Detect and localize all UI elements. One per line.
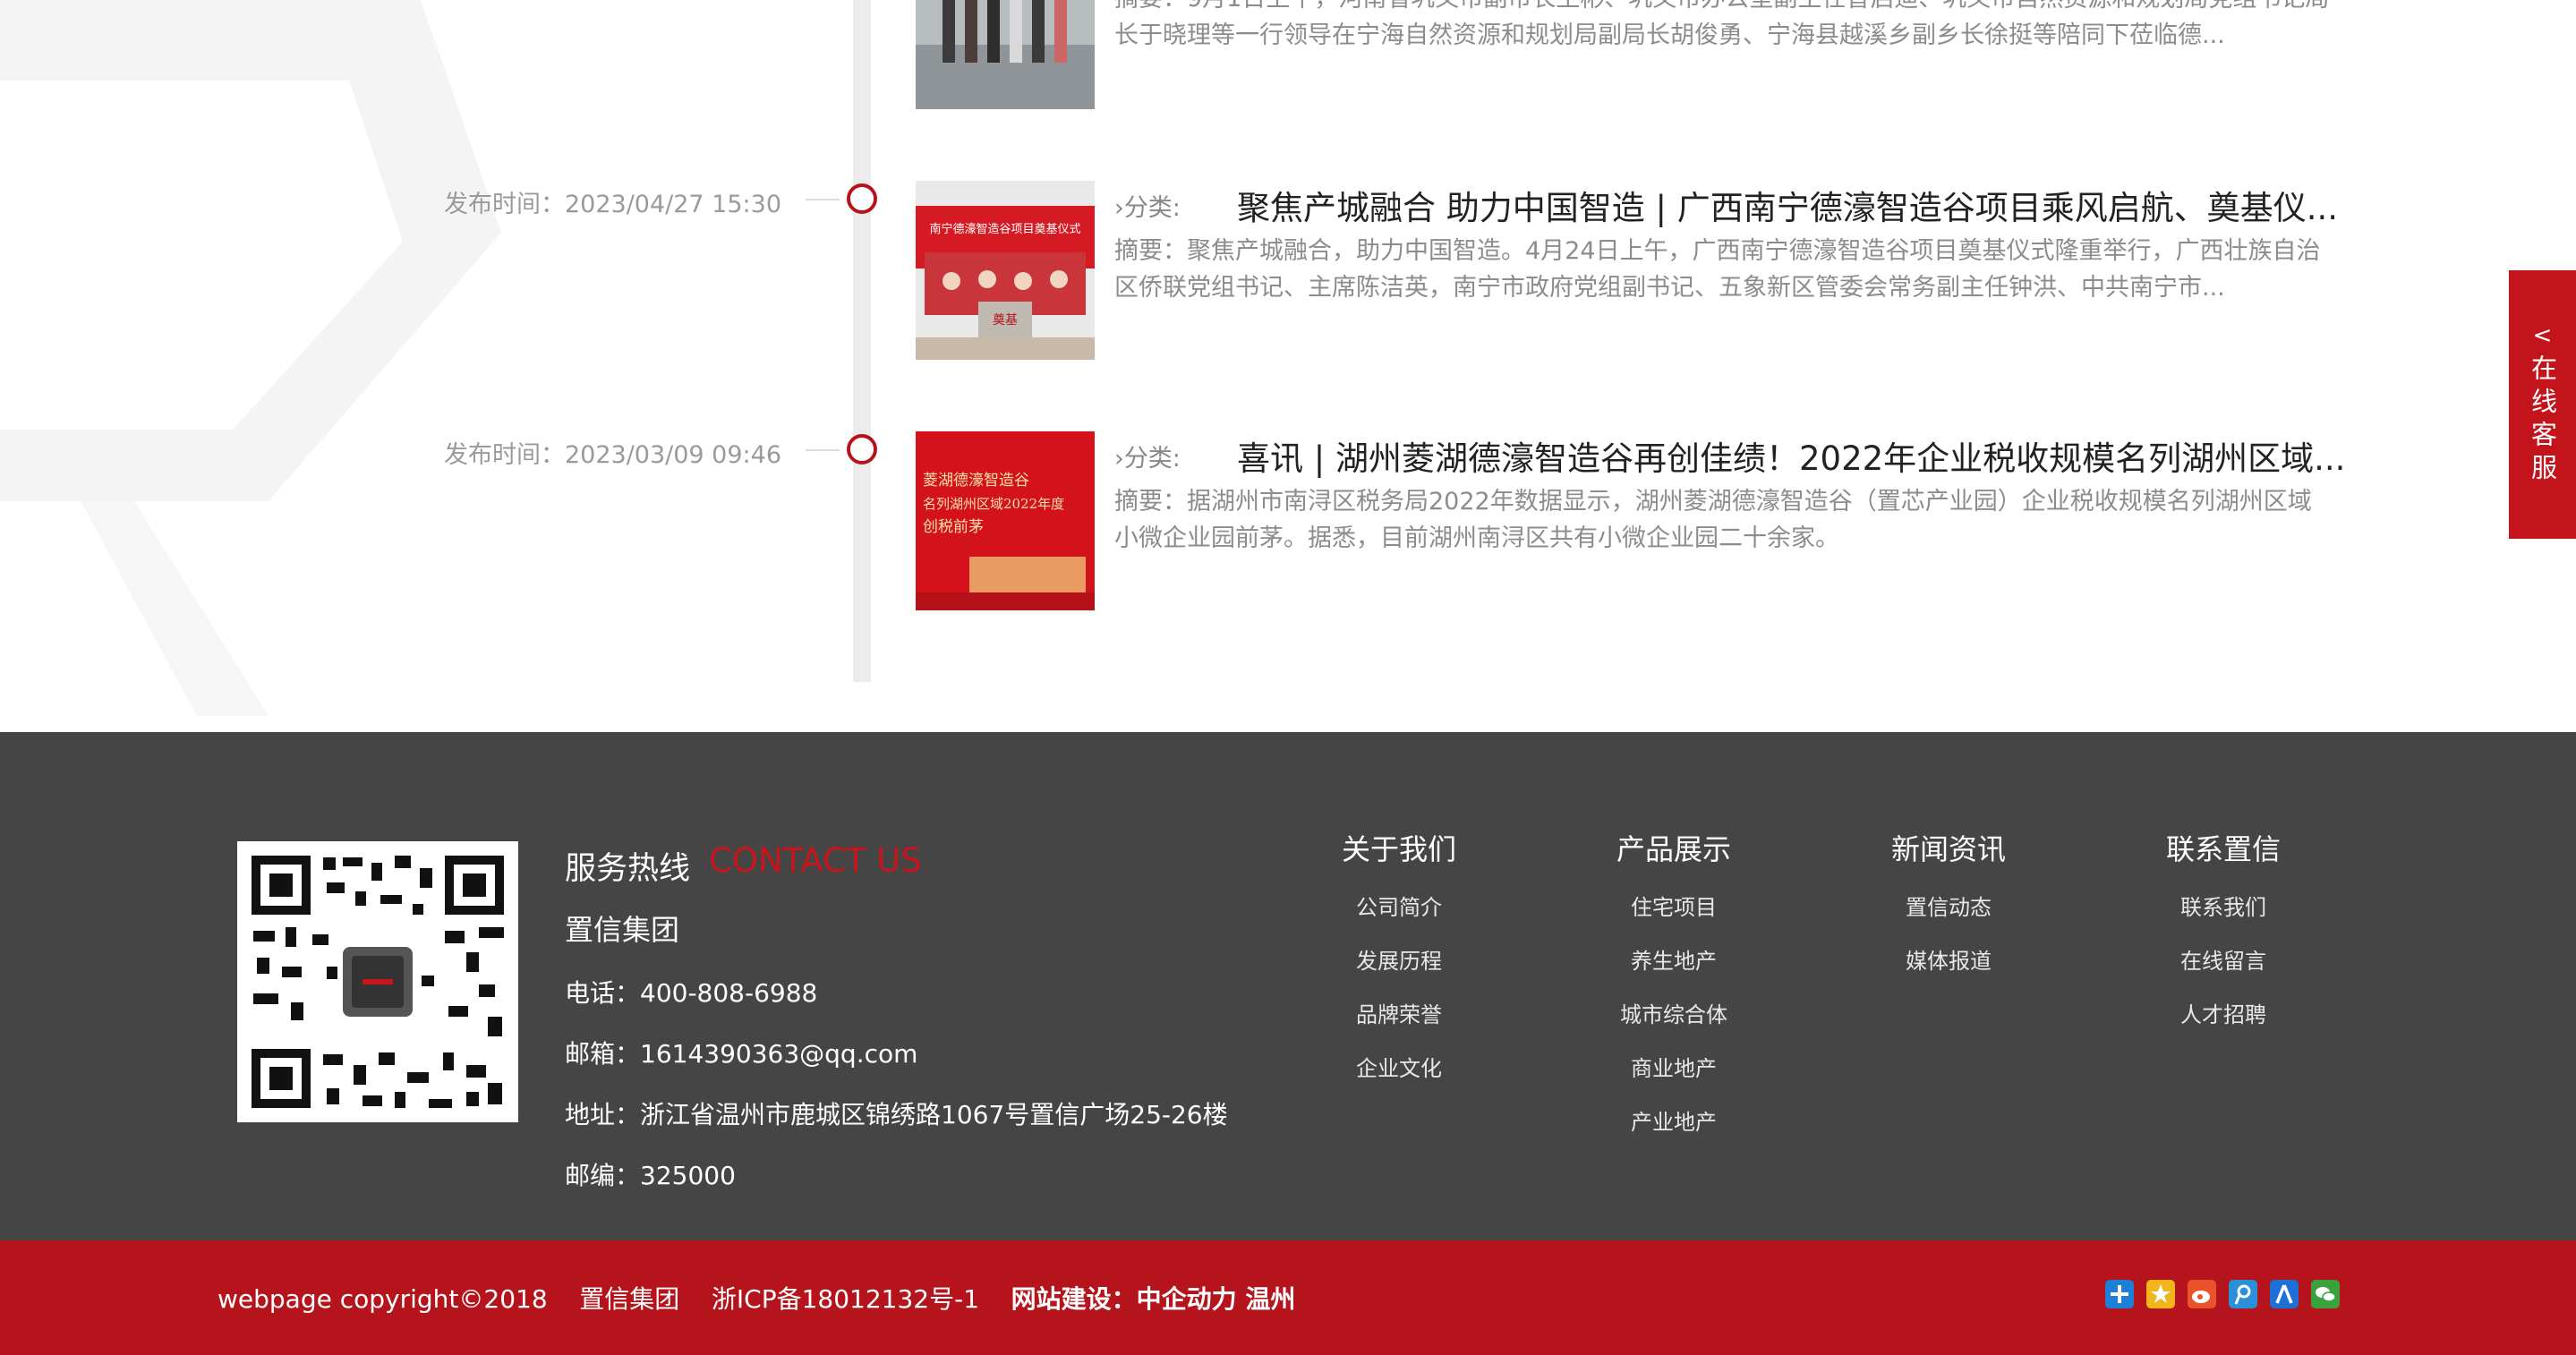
footer-link[interactable]: 企业文化 bbox=[1309, 1051, 1488, 1082]
timeline-line bbox=[853, 0, 871, 682]
contact-us-label: CONTACT US bbox=[709, 841, 922, 880]
thumb-line-1: 菱湖德濠智造谷 bbox=[923, 472, 1029, 490]
postcode-text: 邮编：325000 bbox=[565, 1161, 736, 1190]
thumb-stone-text: 奠基 bbox=[993, 312, 1018, 328]
footer-col-title-contact[interactable]: 联系置信 bbox=[2134, 827, 2313, 868]
chevron-right-icon: › bbox=[1114, 194, 1124, 222]
company-name: 置信集团 bbox=[565, 913, 680, 947]
timeline-tick bbox=[806, 449, 840, 451]
footer-link[interactable]: 产业地产 bbox=[1584, 1104, 1763, 1136]
timeline-tick bbox=[806, 199, 840, 200]
footer-link[interactable]: 养生地产 bbox=[1584, 943, 1763, 975]
copyright-company: 置信集团 bbox=[579, 1284, 680, 1314]
weibo-icon[interactable] bbox=[2188, 1280, 2216, 1308]
share-more-icon[interactable] bbox=[2105, 1280, 2134, 1308]
news-thumbnail[interactable]: 南宁德濠智造谷项目奠基仪式 奠基 bbox=[916, 181, 1095, 360]
footer-link[interactable]: 人才招聘 bbox=[2134, 997, 2313, 1028]
news-thumbnail[interactable]: 菱湖德濠智造谷 名列湖州区域2022年度 创税前茅 bbox=[916, 431, 1095, 610]
footer-link[interactable]: 品牌荣誉 bbox=[1309, 997, 1488, 1028]
footer-link[interactable]: 发展历程 bbox=[1309, 943, 1488, 975]
wechat-icon[interactable] bbox=[2311, 1280, 2340, 1308]
news-thumbnail[interactable] bbox=[916, 0, 1095, 109]
hotline-label: 服务热线 bbox=[565, 851, 691, 887]
footer-col-title-news[interactable]: 新闻资讯 bbox=[1859, 827, 2038, 868]
footer-link[interactable]: 媒体报道 bbox=[1859, 943, 2038, 975]
renren-icon[interactable] bbox=[2270, 1280, 2299, 1308]
news-title[interactable]: 喜讯 | 湖州菱湖德濠智造谷再创佳绩！2022年企业税收规模名列湖州区域... bbox=[1237, 431, 2345, 480]
footer-col-title-about[interactable]: 关于我们 bbox=[1309, 827, 1488, 868]
news-title[interactable]: 聚焦产城融合 助力中国智造 | 广西南宁德濠智造谷项目乘风启航、奠基仪... bbox=[1237, 181, 2338, 229]
thumb-line-2: 名列湖州区域2022年度 bbox=[923, 496, 1064, 512]
chevron-left-icon: < bbox=[2532, 322, 2553, 349]
news-category: ›分类: bbox=[1114, 439, 1181, 473]
online-service-label: 在线客服 bbox=[2527, 354, 2558, 487]
site-builder-link[interactable]: 网站建设：中企动力 温州 bbox=[1011, 1284, 1296, 1314]
thumb-caption: 南宁德濠智造谷项目奠基仪式 bbox=[929, 222, 1080, 236]
publish-time: 发布时间：2023/03/09 09:46 bbox=[443, 441, 781, 469]
footer-link[interactable]: 置信动态 bbox=[1859, 890, 2038, 921]
footer-link[interactable]: 住宅项目 bbox=[1584, 890, 1763, 921]
news-category: ›分类: bbox=[1114, 188, 1181, 223]
copyright-text: webpage copyright©2018 bbox=[218, 1284, 548, 1314]
publish-time: 发布时间：2023/04/27 15:30 bbox=[443, 191, 781, 218]
address-text: 地址：浙江省温州市鹿城区锦绣路1067号置信广场25-26楼 bbox=[565, 1100, 1228, 1129]
news-category-label: 分类: bbox=[1123, 194, 1181, 222]
tencent-weibo-icon[interactable] bbox=[2229, 1280, 2257, 1308]
footer-link[interactable]: 公司简介 bbox=[1309, 890, 1488, 921]
news-summary: 摘要：9月1日上午，河南省巩义市副市长王彬、巩义市办公室副主任智启迪、巩义市自然… bbox=[1114, 0, 2329, 49]
watermark-logo bbox=[0, 0, 501, 716]
footer-link[interactable]: 联系我们 bbox=[2134, 890, 2313, 921]
copyright-line: webpage copyright©2018 置信集团 浙ICP备1801213… bbox=[218, 1280, 1295, 1316]
timeline-node bbox=[847, 183, 877, 214]
qr-code bbox=[237, 841, 518, 1122]
thumb-line-3: 创税前茅 bbox=[923, 518, 984, 536]
footer-link[interactable]: 城市综合体 bbox=[1584, 997, 1763, 1028]
footer-link[interactable]: 商业地产 bbox=[1584, 1051, 1763, 1082]
news-summary: 摘要：据湖州市南浔区税务局2022年数据显示，湖州菱湖德濠智造谷（置芯产业园）企… bbox=[1114, 488, 2312, 552]
news-summary: 摘要：聚焦产城融合，助力中国智造。4月24日上午，广西南宁德濠智造谷项目奠基仪式… bbox=[1114, 237, 2321, 302]
timeline-node bbox=[847, 434, 877, 464]
icp-link[interactable]: 浙ICP备18012132号-1 bbox=[712, 1284, 979, 1314]
footer-col-title-products[interactable]: 产品展示 bbox=[1584, 827, 1763, 868]
online-service-button[interactable]: < 在线客服 bbox=[2509, 270, 2576, 539]
qzone-icon[interactable] bbox=[2146, 1280, 2175, 1308]
chevron-right-icon: › bbox=[1114, 445, 1124, 473]
phone-text: 电话：400-808-6988 bbox=[565, 978, 818, 1008]
news-category-label: 分类: bbox=[1123, 445, 1181, 473]
email-text: 邮箱：1614390363@qq.com bbox=[565, 1039, 918, 1069]
footer-link[interactable]: 在线留言 bbox=[2134, 943, 2313, 975]
